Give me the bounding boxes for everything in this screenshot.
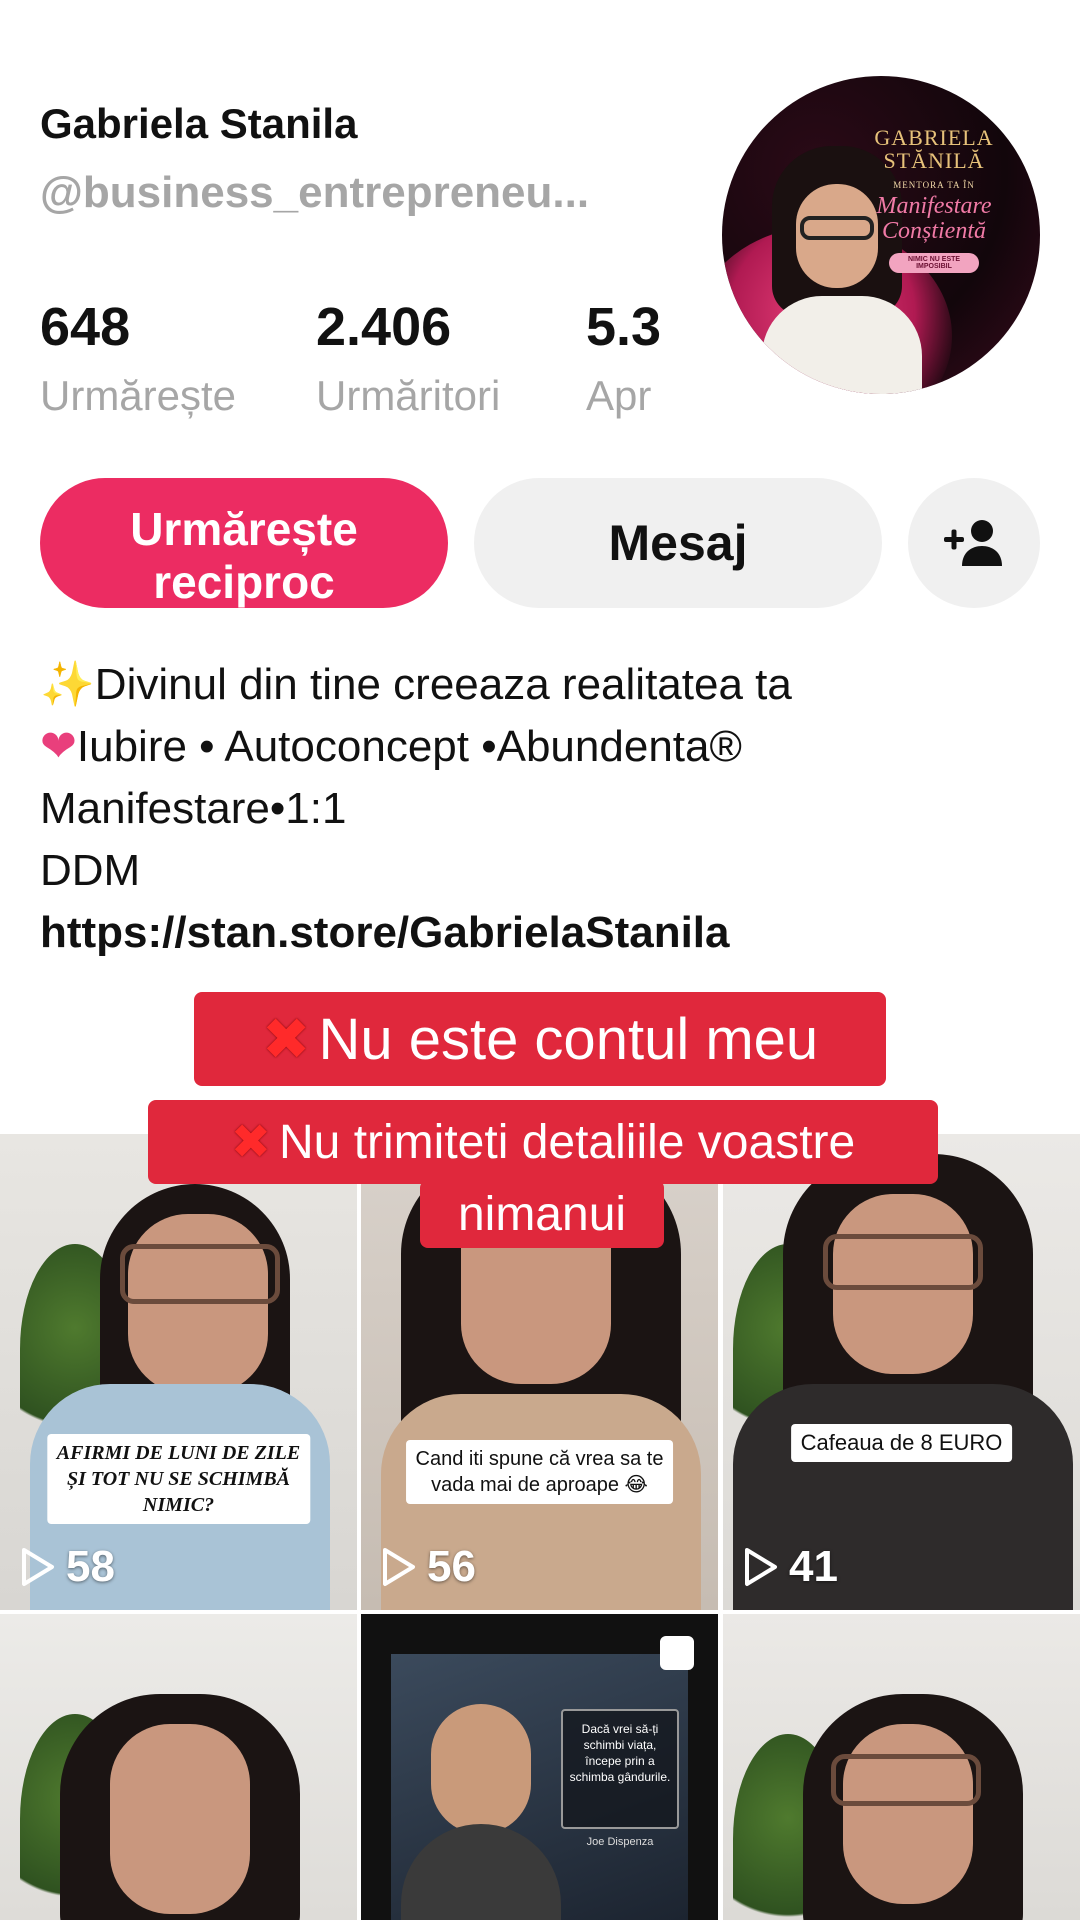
view-count-value: 58 bbox=[66, 1542, 115, 1591]
stat-followers[interactable]: 2.406 Urmăritori bbox=[316, 300, 500, 420]
stat-following-value: 648 bbox=[40, 297, 131, 357]
warning-banner-not-my-account: ✖ Nu este contul meu bbox=[194, 992, 886, 1086]
avatar-logo: GABRIELA STĂNILĂ MENTORA TA ÎN Manifesta… bbox=[864, 126, 1004, 273]
video-grid: AFIRMI DE LUNI DE ZILE ȘI TOT NU SE SCHI… bbox=[0, 1134, 1080, 1920]
view-count: 56 bbox=[381, 1542, 476, 1592]
bio-line-1-text: Divinul din tine creeaza realitatea ta bbox=[94, 660, 792, 709]
video-tile[interactable] bbox=[0, 1614, 357, 1920]
profile-name: Gabriela Stanila bbox=[40, 100, 358, 147]
avatar[interactable]: GABRIELA STĂNILĂ MENTORA TA ÎN Manifesta… bbox=[722, 76, 1040, 394]
stat-following[interactable]: 648 Urmărește bbox=[40, 300, 236, 420]
message-button[interactable]: Mesaj bbox=[474, 478, 882, 608]
quote-card: Dacă vrei să-ți schimbi viața, începe pr… bbox=[561, 1709, 679, 1829]
bio-link[interactable]: https://stan.store/GabrielaStanila bbox=[40, 902, 1050, 964]
follow-back-button[interactable]: Urmărește reciproc bbox=[40, 478, 448, 608]
follow-back-label: Urmărește reciproc bbox=[130, 503, 358, 608]
bio-line-2: ❤Iubire • Autoconcept •Abundenta® bbox=[40, 716, 1050, 778]
add-user-button[interactable] bbox=[908, 478, 1040, 608]
stat-followers-value: 2.406 bbox=[316, 297, 452, 357]
bio: ✨Divinul din tine creeaza realitatea ta … bbox=[40, 654, 1050, 964]
warning-text-2: Nu trimiteti detaliile voastre bbox=[279, 1115, 856, 1169]
x-mark-icon: ✖ bbox=[230, 1116, 271, 1169]
video-caption: Cafeaua de 8 EURO bbox=[790, 1424, 1013, 1462]
avatar-logo-title: GABRIELA STĂNILĂ bbox=[874, 125, 994, 174]
warning-text-1: Nu este contul meu bbox=[318, 1006, 819, 1072]
view-count: 41 bbox=[743, 1542, 838, 1592]
avatar-logo-pill: NIMIC NU ESTE IMPOSIBIL bbox=[889, 252, 979, 273]
stat-likes[interactable]: 5.3 Apr bbox=[586, 300, 661, 420]
video-tile[interactable] bbox=[723, 1614, 1080, 1920]
multi-image-icon bbox=[660, 1636, 694, 1670]
message-label: Mesaj bbox=[608, 515, 748, 571]
warning-text-3: nimanui bbox=[457, 1187, 627, 1241]
video-caption: AFIRMI DE LUNI DE ZILE ȘI TOT NU SE SCHI… bbox=[46, 1434, 311, 1524]
view-count-value: 56 bbox=[427, 1542, 476, 1591]
bio-line-2-text: Iubire • Autoconcept •Abundenta® bbox=[76, 722, 742, 771]
heart-icon: ❤ bbox=[40, 722, 77, 771]
stat-following-label: Urmărește bbox=[40, 372, 237, 419]
person-add-icon bbox=[944, 520, 1002, 566]
sparkle-icon: ✨ bbox=[40, 660, 95, 709]
video-tile[interactable]: AFIRMI DE LUNI DE ZILE ȘI TOT NU SE SCHI… bbox=[0, 1134, 357, 1610]
bio-line-1: ✨Divinul din tine creeaza realitatea ta bbox=[40, 654, 1050, 716]
play-icon bbox=[745, 1548, 777, 1586]
video-tile[interactable]: Dacă vrei să-ți schimbi viața, începe pr… bbox=[361, 1614, 718, 1920]
video-tile[interactable]: Cafeaua de 8 EURO 41 bbox=[723, 1134, 1080, 1610]
video-caption: Cand iti spune că vrea sa te vada mai de… bbox=[405, 1440, 674, 1504]
view-count: 58 bbox=[20, 1542, 115, 1592]
bio-line-3: Manifestare•1:1 bbox=[40, 784, 347, 833]
x-mark-icon: ✖ bbox=[261, 1007, 311, 1072]
profile-handle: @business_entrepreneu... bbox=[40, 168, 590, 217]
avatar-logo-subtitle: MENTORA TA ÎN bbox=[893, 180, 975, 191]
play-icon bbox=[383, 1548, 415, 1586]
play-icon bbox=[22, 1548, 54, 1586]
stat-likes-value: 5.3 bbox=[586, 297, 662, 357]
avatar-logo-script: Manifestare Conștientă bbox=[876, 193, 992, 245]
quote-author: Joe Dispenza bbox=[586, 1836, 654, 1848]
warning-banner-do-not-send: ✖ Nu trimiteti detaliile voastre bbox=[148, 1100, 938, 1184]
stat-followers-label: Urmăritori bbox=[316, 372, 501, 419]
warning-banner-continued: nimanui bbox=[420, 1180, 664, 1248]
stat-likes-label: Apr bbox=[586, 372, 652, 419]
bio-line-4: DDM bbox=[40, 846, 141, 895]
view-count-value: 41 bbox=[789, 1542, 838, 1591]
